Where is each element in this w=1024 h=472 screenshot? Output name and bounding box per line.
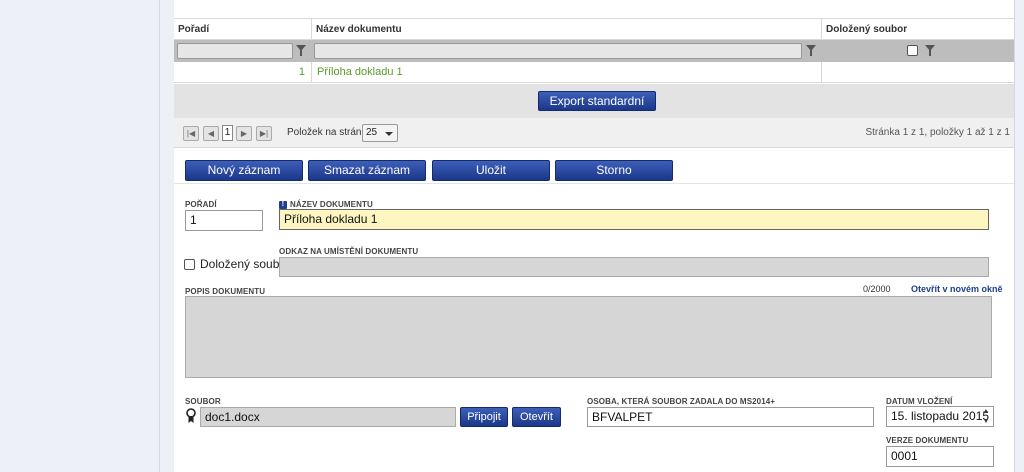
filter-funnel-icon[interactable] bbox=[925, 44, 935, 57]
nazev-label: ! Název dokumentu bbox=[279, 200, 373, 209]
soubor-label: Soubor bbox=[185, 397, 221, 406]
left-panel bbox=[0, 0, 160, 472]
attach-button[interactable]: Připojit bbox=[460, 407, 508, 427]
export-bar: Export standardní bbox=[174, 84, 1014, 118]
main-content: Pořadí Název dokumentu Doložený soubor 1… bbox=[174, 0, 1014, 472]
filter-checkbox-dolozeny[interactable] bbox=[907, 45, 918, 56]
per-page-value: 25 bbox=[366, 127, 378, 138]
new-record-button[interactable]: Nový záznam bbox=[185, 160, 303, 181]
osoba-input[interactable]: BFVALPET bbox=[587, 407, 874, 427]
cell-dolozeny bbox=[822, 62, 1014, 83]
popis-label: Popis dokumentu bbox=[185, 287, 266, 296]
grid-header: Pořadí Název dokumentu Doložený soubor bbox=[174, 18, 1014, 40]
datum-input[interactable]: 15. listopadu 2015 bbox=[886, 406, 994, 427]
cell-poradi: 1 bbox=[174, 62, 312, 83]
table-row[interactable]: 1 Příloha dokladu 1 bbox=[174, 62, 1014, 83]
first-page-icon[interactable]: |◀ bbox=[183, 126, 199, 141]
column-header-dolozeny[interactable]: Doložený soubor bbox=[822, 19, 1014, 40]
per-page-select[interactable]: 25 bbox=[362, 124, 398, 142]
column-header-poradi[interactable]: Pořadí bbox=[174, 19, 312, 40]
nazev-input[interactable]: Příloha dokladu 1 bbox=[279, 209, 989, 230]
right-edge-panel bbox=[1014, 0, 1024, 472]
save-button[interactable]: Uložit bbox=[432, 160, 550, 181]
poradi-input[interactable]: 1 bbox=[185, 210, 263, 231]
cell-nazev: Příloha dokladu 1 bbox=[312, 62, 822, 83]
cancel-button[interactable]: Storno bbox=[555, 160, 673, 181]
pager-summary: Stránka 1 z 1, položky 1 až 1 z 1 bbox=[865, 127, 1010, 138]
verze-label: Verze dokumentu bbox=[886, 436, 969, 445]
required-icon: ! bbox=[279, 200, 287, 209]
grid-filter-row bbox=[174, 40, 1014, 62]
dolozeny-label: Doložený soubor bbox=[200, 257, 291, 271]
popis-counter: 0/2000 bbox=[863, 284, 891, 294]
prev-page-icon[interactable]: ◀ bbox=[203, 126, 219, 141]
date-stepper[interactable]: ▲ ▼ bbox=[980, 407, 992, 427]
filter-input-poradi[interactable] bbox=[177, 43, 293, 59]
per-page-label: Položek na stránku bbox=[287, 127, 373, 138]
chevron-down-icon[interactable]: ▼ bbox=[980, 417, 992, 427]
odkaz-label: Odkaz na umístění dokumentu bbox=[279, 247, 419, 256]
filter-funnel-icon[interactable] bbox=[296, 44, 306, 57]
chevron-up-icon[interactable]: ▲ bbox=[980, 407, 992, 417]
soubor-input[interactable]: doc1.docx bbox=[200, 407, 456, 427]
poradi-label: Pořadí bbox=[185, 200, 217, 209]
filter-funnel-icon[interactable] bbox=[806, 44, 816, 57]
pager: |◀ ◀ 1 ▶ ▶| Položek na stránku 25 Stránk… bbox=[174, 118, 1014, 148]
datum-label: Datum vložení bbox=[886, 397, 953, 406]
certificate-icon bbox=[186, 408, 196, 423]
verze-input[interactable]: 0001 bbox=[886, 446, 994, 467]
dolozeny-checkbox[interactable] bbox=[184, 259, 195, 270]
open-in-new-window-link[interactable]: Otevřít v novém okně bbox=[911, 284, 1003, 294]
export-button[interactable]: Export standardní bbox=[538, 91, 656, 111]
last-page-icon[interactable]: ▶| bbox=[256, 126, 272, 141]
osoba-label: Osoba, která soubor zadala do MS2014+ bbox=[587, 397, 776, 406]
current-page[interactable]: 1 bbox=[222, 125, 233, 141]
odkaz-input[interactable] bbox=[279, 257, 989, 277]
chevron-down-icon bbox=[385, 132, 393, 136]
delete-record-button[interactable]: Smazat záznam bbox=[308, 160, 426, 181]
next-page-icon[interactable]: ▶ bbox=[236, 126, 252, 141]
filter-input-nazev[interactable] bbox=[314, 43, 802, 59]
open-file-button[interactable]: Otevřít bbox=[512, 407, 561, 427]
form-toolbar: Nový záznam Smazat záznam Uložit Storno bbox=[174, 152, 1014, 184]
popis-textarea[interactable] bbox=[185, 296, 992, 378]
column-header-nazev[interactable]: Název dokumentu bbox=[312, 19, 822, 40]
